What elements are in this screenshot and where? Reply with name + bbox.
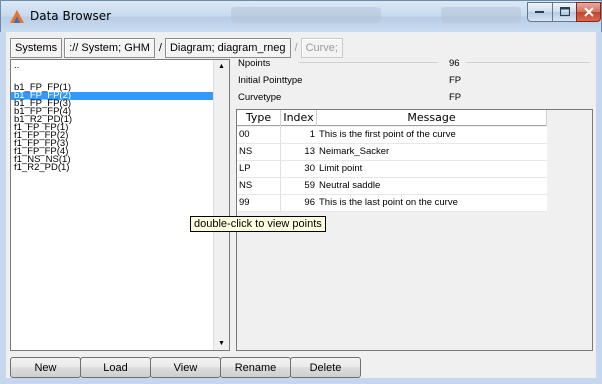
cell-message: Neutral saddle: [319, 180, 381, 191]
breadcrumb-system[interactable]: :// System; GHM: [64, 38, 155, 58]
delete-button[interactable]: Delete: [290, 357, 361, 378]
table-row[interactable]: NS 13 Neimark_Sacker: [237, 144, 547, 161]
app-icon: [10, 10, 24, 23]
close-icon: [583, 7, 594, 17]
blurred-background-window: [441, 7, 521, 23]
curve-list[interactable]: .. b1_FP_FP(1) b1_FP_FP(2) b1_FP_FP(3) b…: [10, 59, 230, 351]
cell-message: This is the last point on the curve: [319, 197, 458, 208]
column-header-message[interactable]: Message: [317, 110, 547, 126]
info-row-npoints: Npoints 96: [236, 55, 593, 71]
cell-type: LP: [237, 161, 281, 177]
info-label: Curvetype: [238, 92, 282, 103]
maximize-button[interactable]: [552, 2, 577, 22]
button-bar: New Load View Rename Delete: [10, 357, 593, 379]
info-value: FP: [449, 92, 462, 103]
new-button[interactable]: New: [10, 357, 81, 378]
column-header-type[interactable]: Type: [237, 110, 281, 126]
info-row-curvetype: Curvetype FP: [236, 89, 593, 105]
cell-type: NS: [237, 178, 281, 194]
divider: [466, 62, 590, 63]
list-item[interactable]: f1_R2_PD(1): [11, 163, 215, 173]
table-row[interactable]: LP 30 Limit point: [237, 161, 547, 178]
breadcrumb-systems[interactable]: Systems: [10, 38, 63, 58]
list-scrollbar[interactable]: ▲ ▼: [213, 60, 229, 350]
cell-index: 1: [309, 129, 315, 140]
table-header: Type Index Message: [237, 110, 547, 126]
breadcrumb-separator: /: [158, 42, 162, 54]
info-label: Npoints: [238, 58, 271, 69]
tooltip: double-click to view points: [190, 216, 326, 232]
column-header-index[interactable]: Index: [281, 110, 317, 126]
scroll-down-icon[interactable]: ▼: [218, 340, 225, 347]
breadcrumb-separator: /: [294, 42, 298, 54]
minimize-button[interactable]: [527, 2, 553, 22]
cell-message: Limit point: [319, 163, 363, 174]
info-label: Initial Pointtype: [238, 75, 303, 86]
cell-type: 00: [237, 127, 281, 143]
title-bar[interactable]: Data Browser: [0, 0, 602, 32]
view-button[interactable]: View: [150, 357, 221, 378]
table-row[interactable]: 99 96 This is the last point on the curv…: [237, 195, 547, 212]
cell-message: This is the first point of the curve: [319, 129, 456, 140]
info-value: 96: [449, 58, 460, 69]
cell-index: 13: [304, 146, 315, 157]
cell-index: 96: [304, 197, 315, 208]
close-button[interactable]: [576, 2, 601, 22]
blurred-background-window: [231, 7, 381, 23]
cell-message: Neimark_Sacker: [319, 146, 390, 157]
rename-button[interactable]: Rename: [220, 357, 291, 378]
info-value: FP: [449, 75, 462, 86]
load-button[interactable]: Load: [80, 357, 151, 378]
cell-type: 99: [237, 195, 281, 211]
minimize-icon: [535, 11, 544, 13]
info-row-initial-pointtype: Initial Pointtype FP: [236, 72, 593, 88]
list-item-parent[interactable]: ..: [11, 60, 215, 84]
maximize-icon: [559, 7, 570, 17]
window-title: Data Browser: [30, 9, 112, 23]
cell-index: 30: [304, 163, 315, 174]
table-row[interactable]: 00 1 This is the first point of the curv…: [237, 127, 547, 144]
divider: [298, 62, 438, 63]
cell-index: 59: [304, 180, 315, 191]
table-row[interactable]: NS 59 Neutral saddle: [237, 178, 547, 195]
scroll-up-icon[interactable]: ▲: [218, 63, 225, 70]
cell-type: NS: [237, 144, 281, 160]
